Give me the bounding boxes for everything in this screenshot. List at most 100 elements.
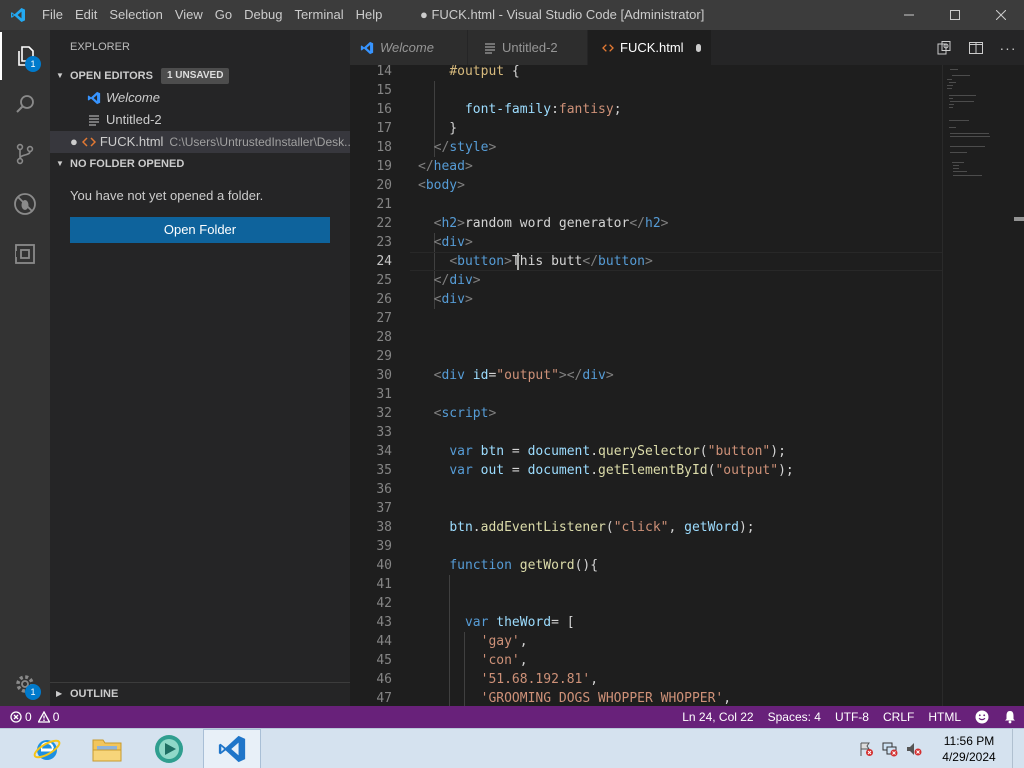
code-line[interactable]: 17 } — [350, 119, 942, 138]
open-editors-header[interactable]: ▼ OPEN EDITORS 1 UNSAVED — [50, 65, 350, 87]
menu-go[interactable]: Go — [209, 0, 238, 30]
code-line[interactable]: 42 — [350, 594, 942, 613]
code-line[interactable]: 24 <button>This butt</button> — [350, 252, 942, 271]
code-line[interactable]: 46 '51.68.192.81', — [350, 670, 942, 689]
system-clock[interactable]: 11:56 PM 4/29/2024 — [926, 733, 1012, 765]
close-button[interactable] — [978, 0, 1024, 30]
code-line[interactable]: 34 var btn = document.querySelector("but… — [350, 442, 942, 461]
code-line[interactable]: 33 — [350, 423, 942, 442]
code-line[interactable]: 28 — [350, 328, 942, 347]
indentation[interactable]: Spaces: 4 — [761, 706, 828, 728]
code-line[interactable]: 44 'gay', — [350, 632, 942, 651]
line-number: 45 — [376, 653, 392, 668]
no-folder-header[interactable]: ▼ NO FOLDER OPENED — [50, 153, 350, 175]
line-content: <div id="output"></div> — [433, 368, 614, 383]
code-line[interactable]: 36 — [350, 480, 942, 499]
menu-selection[interactable]: Selection — [103, 0, 168, 30]
code-line[interactable]: 32 <script> — [350, 404, 942, 423]
code-line[interactable]: 43 var theWord= [ — [350, 613, 942, 632]
open-preview-button[interactable] — [928, 30, 960, 65]
network-tray[interactable] — [878, 729, 902, 768]
debug-activity[interactable] — [0, 180, 50, 228]
open-editor-untitled[interactable]: Untitled-2 — [50, 109, 350, 131]
minimap[interactable] — [942, 65, 1024, 706]
show-desktop-button[interactable] — [1012, 729, 1024, 768]
code-line[interactable]: 16 font-family:fantisy; — [350, 100, 942, 119]
code-line[interactable]: 14 #output { — [350, 65, 942, 81]
tab-welcome[interactable]: Welcome — [350, 30, 468, 65]
code-line[interactable]: 31 — [350, 385, 942, 404]
taskbar-file-explorer[interactable] — [78, 729, 136, 768]
code-line[interactable]: 20 <body> — [350, 176, 942, 195]
code-line[interactable]: 37 — [350, 499, 942, 518]
menu-terminal[interactable]: Terminal — [288, 0, 349, 30]
manage-activity[interactable]: 1 — [0, 660, 50, 708]
minimap-line — [947, 88, 953, 90]
line-content: var btn = document.querySelector("button… — [449, 444, 786, 459]
maximize-button[interactable] — [932, 0, 978, 30]
tab-untitled-2[interactable]: Untitled-2 — [468, 30, 588, 65]
line-content: </head> — [418, 159, 473, 174]
menu-file[interactable]: File — [36, 0, 69, 30]
menu-debug[interactable]: Debug — [238, 0, 288, 30]
minimap-line — [948, 81, 956, 83]
code-line[interactable]: 21 — [350, 195, 942, 214]
folder-icon — [92, 739, 122, 762]
code-line[interactable]: 45 'con', — [350, 651, 942, 670]
feedback-button[interactable] — [968, 706, 996, 728]
line-number: 40 — [376, 558, 392, 573]
code-line[interactable]: 23 <div> — [350, 233, 942, 252]
taskbar-vscode[interactable] — [203, 729, 261, 768]
open-editor-fuck-html[interactable]: ● FUCK.html C:\Users\UntrustedInstaller\… — [50, 131, 350, 153]
code-line[interactable]: 18 </style> — [350, 138, 942, 157]
text-file-icon — [86, 114, 102, 126]
code-line[interactable]: 35 var out = document.getElementById("ou… — [350, 461, 942, 480]
code-line[interactable]: 26 <div> — [350, 290, 942, 309]
source-control-activity[interactable] — [0, 130, 50, 178]
status-problems[interactable]: 0 0 — [0, 710, 59, 724]
code-line[interactable]: 27 — [350, 309, 942, 328]
code-line[interactable]: 41 — [350, 575, 942, 594]
tab-fuck-html[interactable]: FUCK.html — [588, 30, 712, 65]
explorer-activity[interactable]: 1 — [0, 32, 50, 80]
minimize-button[interactable] — [886, 0, 932, 30]
taskbar-internet-explorer[interactable] — [18, 729, 76, 768]
code-line[interactable]: 15 — [350, 81, 942, 100]
code-line[interactable]: 38 btn.addEventListener("click", getWord… — [350, 518, 942, 537]
extensions-activity[interactable] — [0, 230, 50, 278]
more-actions-button[interactable]: ··· — [992, 30, 1024, 65]
windows-taskbar: 11:56 PM 4/29/2024 — [0, 728, 1024, 768]
action-center-tray[interactable] — [854, 729, 878, 768]
taskbar-media-player[interactable] — [140, 729, 198, 768]
outline-header[interactable]: ▶ OUTLINE — [50, 683, 350, 705]
menu-view[interactable]: View — [169, 0, 209, 30]
text-file-icon — [484, 42, 496, 54]
minimap-line — [947, 78, 952, 80]
volume-tray[interactable] — [902, 729, 926, 768]
code-line[interactable]: 39 — [350, 537, 942, 556]
code-line[interactable]: 19 </head> — [350, 157, 942, 176]
code-line[interactable]: 30 <div id="output"></div> — [350, 366, 942, 385]
menu-help[interactable]: Help — [350, 0, 389, 30]
open-folder-button[interactable]: Open Folder — [70, 217, 330, 243]
code-line[interactable]: 40 function getWord(){ — [350, 556, 942, 575]
warning-count: 0 — [52, 710, 60, 724]
line-content: </div> — [433, 273, 481, 288]
notifications-button[interactable] — [996, 706, 1024, 728]
code-line[interactable]: 25 </div> — [350, 271, 942, 290]
split-editor-button[interactable] — [960, 30, 992, 65]
end-of-line[interactable]: CRLF — [876, 706, 921, 728]
open-editor-welcome[interactable]: Welcome — [50, 87, 350, 109]
code-line[interactable]: 47 'GROOMING DOGS WHOPPER WHOPPER', — [350, 689, 942, 706]
code-line[interactable]: 29 — [350, 347, 942, 366]
code-line[interactable]: 22 <h2>random word generator</h2> — [350, 214, 942, 233]
search-activity[interactable] — [0, 80, 50, 128]
error-count: 0 — [25, 710, 32, 724]
code-editor[interactable]: 14 #output {15 16 font-family:fantisy; 17 … — [350, 65, 1024, 706]
menu-edit[interactable]: Edit — [69, 0, 103, 30]
language-mode[interactable]: HTML — [921, 706, 968, 728]
modified-dot-icon[interactable] — [695, 43, 701, 52]
cursor-position[interactable]: Ln 24, Col 22 — [675, 706, 760, 728]
encoding[interactable]: UTF-8 — [828, 706, 876, 728]
scrollbar-cursor-marker[interactable] — [1014, 217, 1024, 221]
